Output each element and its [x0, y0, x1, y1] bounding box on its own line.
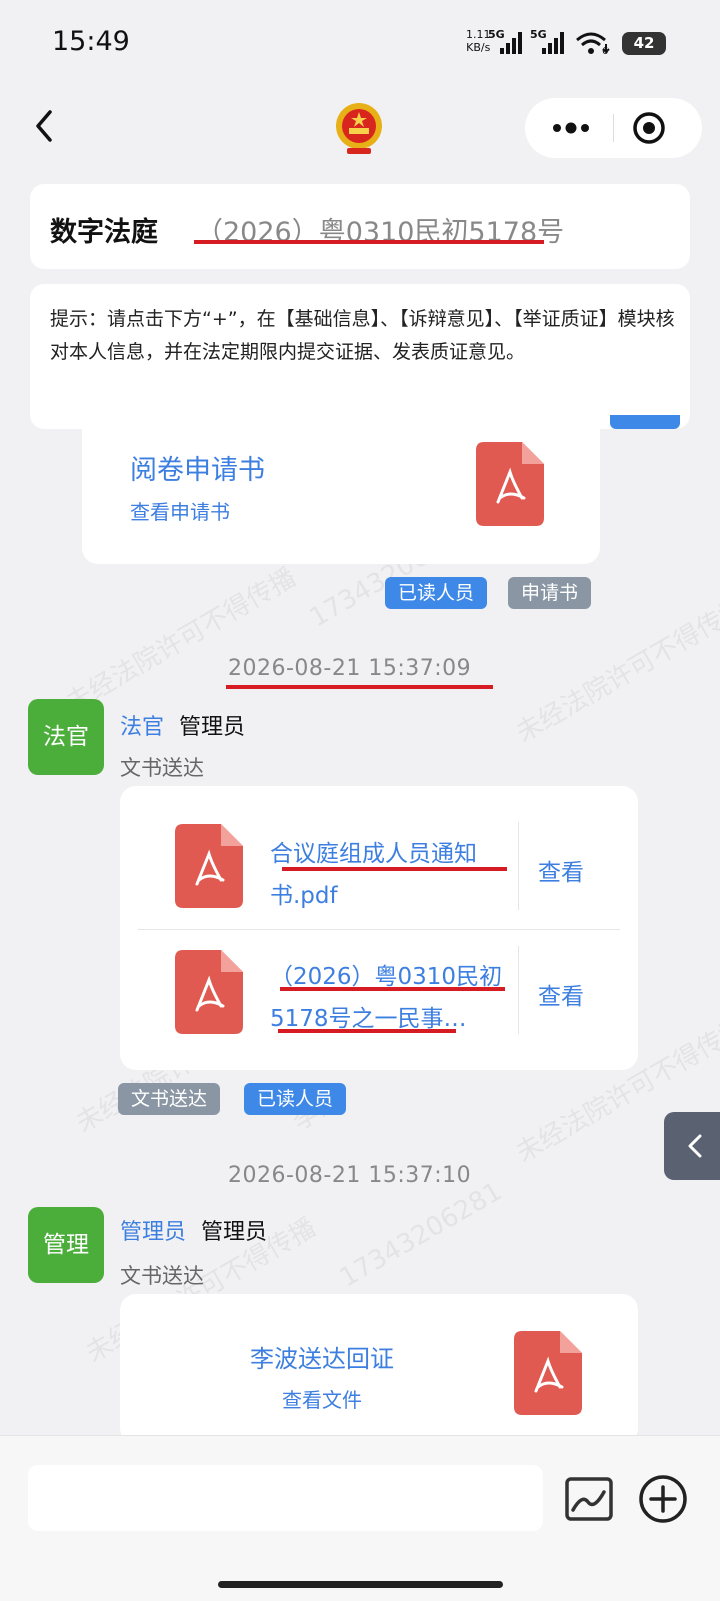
document-name-line1: 合议庭组成人员通知 — [270, 841, 477, 867]
wifi-icon: 6 — [575, 30, 615, 58]
sender-name: 管理员 — [201, 1220, 268, 1245]
watermark: 17343206281 — [334, 1176, 508, 1294]
annotation-underline — [282, 867, 507, 871]
capsule-divider — [613, 114, 614, 142]
tip-text: 提示：请点击下方“+”，在【基础信息】、【诉辩意见】、【举证质证】模块核对本人信… — [50, 308, 675, 363]
plus-circle-icon[interactable] — [637, 1473, 689, 1525]
pdf-icon — [175, 824, 243, 908]
pdf-icon — [476, 442, 544, 526]
chevron-left-icon — [682, 1132, 710, 1160]
home-indicator[interactable] — [218, 1581, 503, 1588]
document-name-line2: 书.pdf — [270, 883, 338, 909]
view-application-link[interactable]: 查看申请书 — [130, 496, 230, 525]
document-name-line1: （2026）粤0310民初 — [270, 964, 503, 990]
battery-indicator: 42 — [622, 32, 666, 55]
application-tag[interactable]: 申请书 — [508, 577, 592, 609]
divider — [518, 822, 519, 910]
card-title: 李波送达回证 — [250, 1345, 394, 1373]
status-bar: 15:49 1.11 KB/s 5G 5G 6 42 — [0, 0, 720, 90]
document-name-line2: 5178号之一民事… — [270, 1006, 467, 1032]
message-timestamp: 2026-08-21 15:37:10 — [228, 1163, 472, 1188]
signal-label: 5G — [530, 28, 547, 41]
wifi-sub: 6 — [602, 46, 609, 57]
target-icon[interactable] — [631, 110, 667, 146]
message-subtitle: 文书送达 — [120, 756, 204, 780]
avatar[interactable]: 法官 — [28, 699, 104, 775]
watermark: 未经法院许可不得传播 — [61, 562, 302, 719]
back-arrow-icon[interactable] — [26, 106, 66, 146]
page-title: 数字法庭 — [50, 217, 158, 248]
sender: 法官 管理员 — [120, 709, 245, 741]
watermark: 未经法院许可不得传播 — [511, 592, 720, 749]
pdf-icon — [514, 1331, 582, 1415]
read-by-tag[interactable]: 已读人员 — [385, 577, 488, 609]
view-file-link[interactable]: 查看文件 — [282, 1384, 362, 1413]
avatar[interactable]: 管理 — [28, 1207, 104, 1283]
card-title: 阅卷申请书 — [130, 455, 265, 486]
read-by-tag[interactable]: 已读人员 — [244, 1083, 347, 1115]
message-timestamp: 2026-08-21 15:37:09 — [228, 656, 472, 681]
message-subtitle: 文书送达 — [120, 1264, 204, 1288]
message-input[interactable] — [28, 1465, 543, 1531]
sender-role: 法官 — [120, 715, 165, 740]
hidden-tag — [610, 415, 680, 429]
sender-role: 管理员 — [120, 1220, 187, 1245]
divider — [518, 946, 519, 1034]
annotation-underline — [280, 987, 505, 991]
more-dots-icon[interactable] — [551, 116, 591, 140]
signal-label: 5G — [488, 28, 505, 41]
annotation-underline — [278, 1029, 456, 1033]
view-document-button[interactable]: 查看 — [538, 853, 584, 887]
national-emblem-icon — [333, 100, 385, 156]
miniprogram-capsule — [525, 98, 702, 158]
side-drawer-tab[interactable] — [664, 1112, 720, 1180]
delivery-tag[interactable]: 文书送达 — [118, 1083, 221, 1115]
signal-icon: 5G — [530, 28, 570, 56]
annotation-underline — [226, 685, 493, 689]
net-speed-unit: KB/s — [466, 41, 491, 54]
net-speed-value: 1.11 — [466, 28, 491, 41]
clock: 15:49 — [52, 26, 130, 57]
signal-icon: 5G — [488, 28, 528, 56]
network-speed: 1.11 KB/s — [466, 28, 491, 54]
view-document-button[interactable]: 查看 — [538, 977, 584, 1011]
annotation-underline — [194, 240, 544, 244]
sender-name: 管理员 — [179, 715, 246, 740]
sender: 管理员 管理员 — [120, 1214, 267, 1246]
image-icon[interactable] — [564, 1476, 614, 1522]
divider — [138, 929, 620, 930]
pdf-icon — [175, 950, 243, 1034]
